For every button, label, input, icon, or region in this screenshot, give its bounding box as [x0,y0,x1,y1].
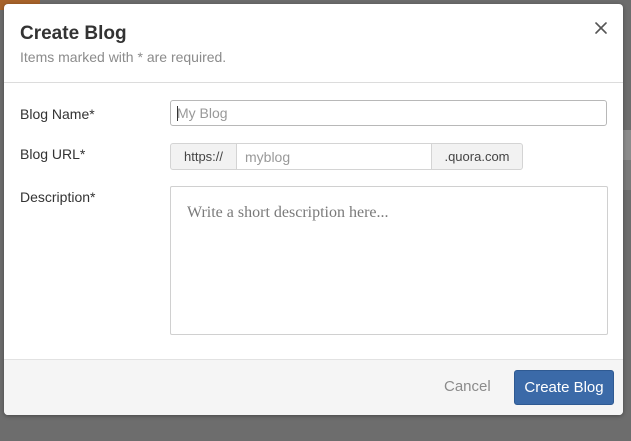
description-label: Description* [20,189,96,205]
text-cursor [177,106,178,121]
background-edge [622,130,631,160]
close-icon [595,22,607,34]
modal-title: Create Blog [20,23,127,44]
create-blog-button[interactable]: Create Blog [514,370,614,405]
url-prefix: https:// [170,143,237,170]
modal-header: Create Blog Items marked with * are requ… [4,4,623,83]
blog-url-label: Blog URL* [20,146,86,162]
close-button[interactable] [590,17,612,39]
page-backdrop: Create Blog Items marked with * are requ… [0,0,631,441]
background-edge [622,160,631,190]
blog-name-label: Blog Name* [20,106,95,122]
url-suffix: .quora.com [431,143,523,170]
create-blog-modal: Create Blog Items marked with * are requ… [4,4,623,415]
blog-url-input[interactable] [236,143,432,170]
blog-name-input[interactable] [170,100,607,126]
modal-footer: Cancel Create Blog [4,359,623,415]
modal-subtitle: Items marked with * are required. [20,49,227,65]
description-textarea[interactable] [170,186,608,335]
cancel-button[interactable]: Cancel [444,378,491,395]
